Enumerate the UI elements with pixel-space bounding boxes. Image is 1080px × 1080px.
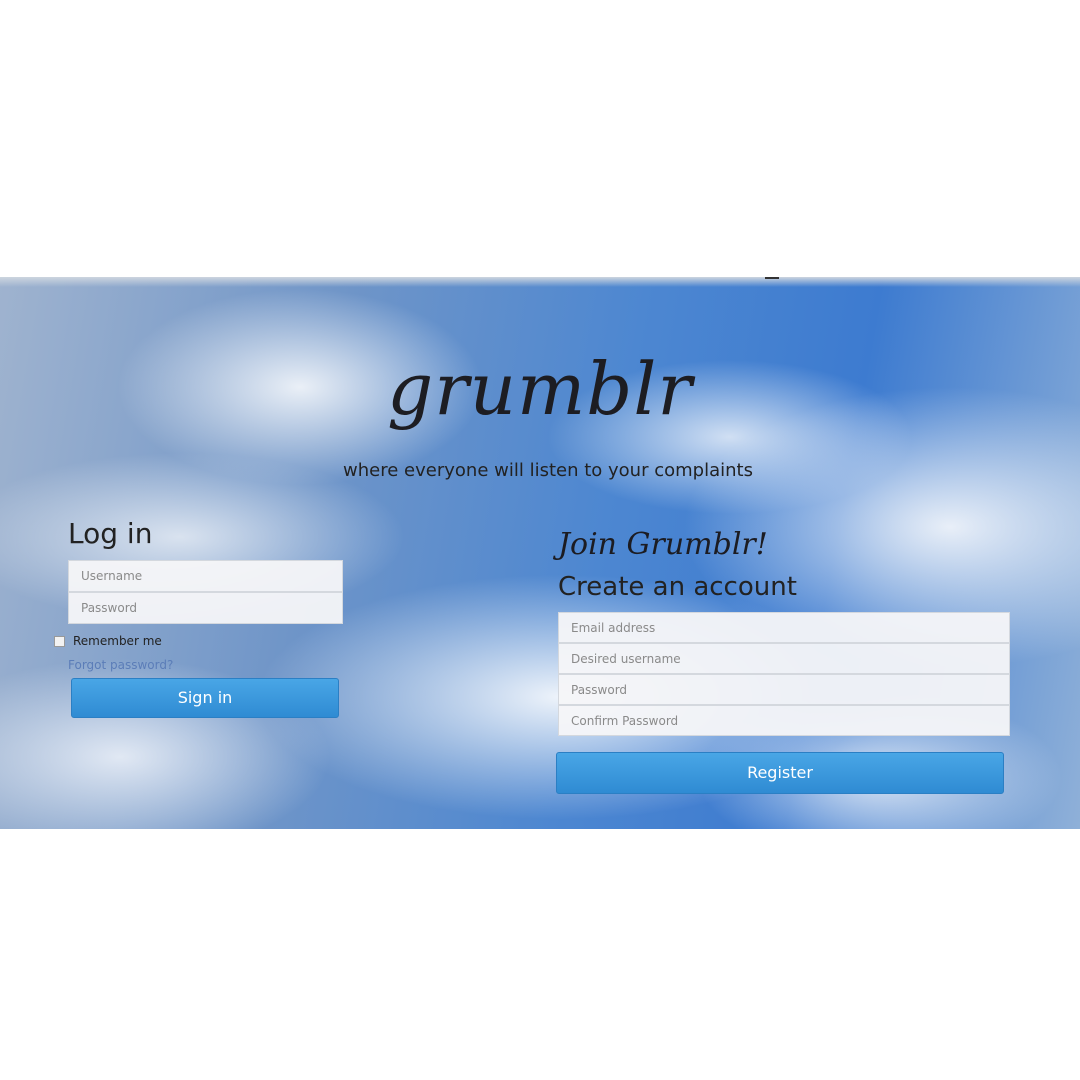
- remember-label: Remember me: [73, 634, 162, 648]
- register-button[interactable]: Register: [556, 752, 1004, 794]
- logo: grumblr: [387, 347, 693, 431]
- screen-photo: grumblr where everyone will listen to yo…: [0, 277, 1080, 829]
- username-input[interactable]: [68, 560, 343, 592]
- login-heading: Log in: [68, 517, 153, 550]
- desired-username-input[interactable]: [558, 643, 1010, 674]
- register-password-input[interactable]: [558, 674, 1010, 705]
- sign-in-button[interactable]: Sign in: [71, 678, 339, 718]
- tagline: where everyone will listen to your compl…: [343, 460, 753, 481]
- join-heading: Join Grumblr!: [558, 527, 768, 562]
- confirm-password-input[interactable]: [558, 705, 1010, 736]
- register-panel: Join Grumblr! Create an account Register: [556, 527, 1013, 794]
- email-input[interactable]: [558, 612, 1010, 643]
- forgot-password-link[interactable]: Forgot password?: [68, 658, 343, 672]
- password-input[interactable]: [68, 592, 343, 624]
- browser-edge: [0, 277, 1080, 287]
- login-panel: Log in Remember me Forgot password? Sign…: [54, 517, 343, 718]
- remember-me[interactable]: Remember me: [54, 634, 343, 648]
- remember-checkbox[interactable]: [54, 635, 65, 647]
- browser-icon: [765, 277, 779, 279]
- create-account-heading: Create an account: [558, 572, 797, 602]
